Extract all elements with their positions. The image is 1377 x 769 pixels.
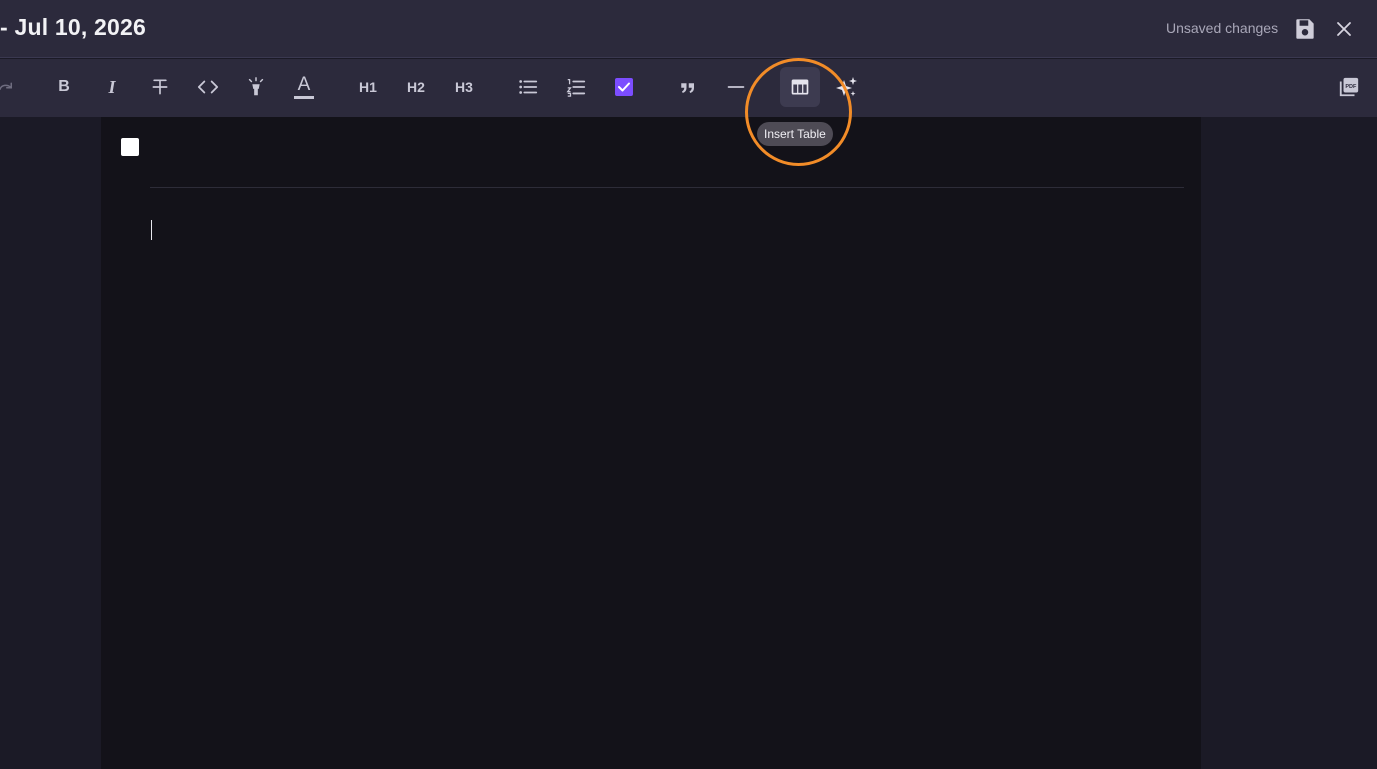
- bullet-list-icon: [519, 80, 538, 94]
- save-button[interactable]: [1292, 16, 1318, 42]
- redo-button[interactable]: [0, 67, 26, 107]
- insert-table-button[interactable]: [780, 67, 820, 107]
- text-color-bar: [294, 95, 314, 99]
- insert-table-tooltip: Insert Table: [757, 122, 833, 146]
- strikethrough-button[interactable]: [140, 67, 180, 107]
- close-button[interactable]: [1332, 17, 1356, 41]
- formatting-toolbar: B I A H1 H2 H3 PDF: [0, 59, 1377, 117]
- title-bar: - Jul 10, 2026 Unsaved changes: [0, 0, 1377, 58]
- highlight-button[interactable]: [236, 67, 276, 107]
- ordered-list-button[interactable]: [556, 67, 596, 107]
- bold-icon: B: [58, 78, 70, 95]
- ordered-list-icon: [566, 79, 586, 97]
- redo-icon: [0, 82, 12, 90]
- h2-label: H2: [407, 79, 425, 95]
- text-color-button[interactable]: A: [284, 67, 324, 107]
- horizontal-divider: [150, 187, 1184, 188]
- editor-canvas[interactable]: [101, 117, 1201, 769]
- ai-assist-button[interactable]: [826, 67, 866, 107]
- italic-button[interactable]: I: [92, 67, 132, 107]
- highlighter-icon: [248, 77, 264, 96]
- sparkles-icon: [836, 77, 857, 96]
- h1-label: H1: [359, 79, 377, 95]
- code-icon: [197, 80, 219, 94]
- code-button[interactable]: [188, 67, 228, 107]
- text-color-icon: A: [297, 73, 311, 95]
- task-checkbox[interactable]: [121, 138, 139, 156]
- italic-icon: I: [108, 76, 116, 97]
- bullet-list-button[interactable]: [508, 67, 548, 107]
- text-caret: [151, 220, 152, 240]
- close-icon: [1337, 22, 1351, 36]
- table-icon: [791, 79, 809, 95]
- heading-2-button[interactable]: H2: [396, 67, 436, 107]
- unsaved-status: Unsaved changes: [1166, 20, 1279, 36]
- strikethrough-icon: [152, 79, 168, 95]
- pdf-icon: PDF: [1339, 77, 1359, 97]
- heading-3-button[interactable]: H3: [444, 67, 484, 107]
- document-title: - Jul 10, 2026: [0, 14, 146, 40]
- svg-text:PDF: PDF: [1345, 84, 1357, 90]
- horizontal-rule-icon: [727, 86, 745, 88]
- checkbox-icon: [615, 78, 633, 96]
- quote-icon: [681, 83, 694, 93]
- heading-1-button[interactable]: H1: [348, 67, 388, 107]
- export-pdf-button[interactable]: PDF: [1329, 67, 1369, 107]
- save-icon: [1296, 19, 1314, 39]
- blockquote-button[interactable]: [668, 67, 708, 107]
- bold-button[interactable]: B: [44, 67, 84, 107]
- task-list-button[interactable]: [604, 67, 644, 107]
- horizontal-rule-button[interactable]: [716, 67, 756, 107]
- h3-label: H3: [455, 79, 473, 95]
